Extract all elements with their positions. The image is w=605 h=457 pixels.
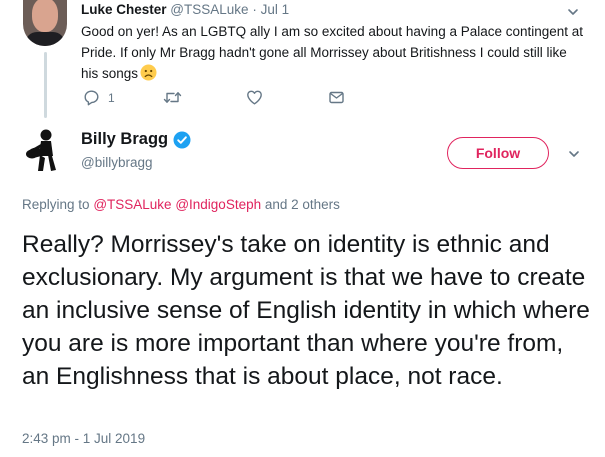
parent-tweet-text: Good on yer! As an LGBTQ ally I am so ex… xyxy=(81,21,586,84)
tweet-author-handle[interactable]: @billybragg xyxy=(81,155,153,170)
reply-button[interactable]: 1 xyxy=(83,89,115,106)
retweet-icon xyxy=(163,92,182,103)
parent-author-name[interactable]: Luke Chester xyxy=(81,2,167,17)
replying-prefix: Replying to xyxy=(22,197,90,212)
direct-message-button[interactable] xyxy=(328,89,345,106)
reply-icon xyxy=(84,90,99,106)
parent-tweet-header: Luke Chester @TSSALuke · Jul 1 xyxy=(81,2,289,17)
replying-others[interactable]: and 2 others xyxy=(265,197,340,212)
verified-badge-icon xyxy=(173,131,191,149)
envelope-icon xyxy=(329,91,344,104)
thread-connector-line xyxy=(44,52,47,118)
mention-link[interactable]: @IndigoSteph xyxy=(175,197,261,212)
author-name-text: Billy Bragg xyxy=(81,130,169,148)
tweet-author-name[interactable]: Billy Bragg xyxy=(81,130,191,149)
avatar[interactable] xyxy=(23,0,67,46)
tweet-timestamp[interactable]: 2:43 pm - 1 Jul 2019 xyxy=(22,431,145,446)
header-separator: · xyxy=(252,2,257,17)
chevron-down-icon[interactable] xyxy=(567,6,579,18)
avatar[interactable] xyxy=(22,126,70,174)
mention-link[interactable]: @TSSALuke xyxy=(93,197,171,212)
follow-button[interactable]: Follow xyxy=(447,137,549,169)
parent-tweet-date[interactable]: Jul 1 xyxy=(261,2,290,17)
parent-author-handle[interactable]: @TSSALuke xyxy=(170,2,248,17)
heart-icon xyxy=(247,90,262,105)
retweet-button[interactable] xyxy=(163,89,182,106)
chevron-down-icon[interactable] xyxy=(568,148,580,160)
like-button[interactable] xyxy=(246,89,263,106)
reply-count: 1 xyxy=(108,90,115,105)
tweet-text: Really? Morrissey's take on identity is … xyxy=(22,231,590,390)
sad-face-emoji-icon xyxy=(140,64,157,81)
replying-to: Replying to @TSSALuke @IndigoSteph and 2… xyxy=(22,197,340,212)
